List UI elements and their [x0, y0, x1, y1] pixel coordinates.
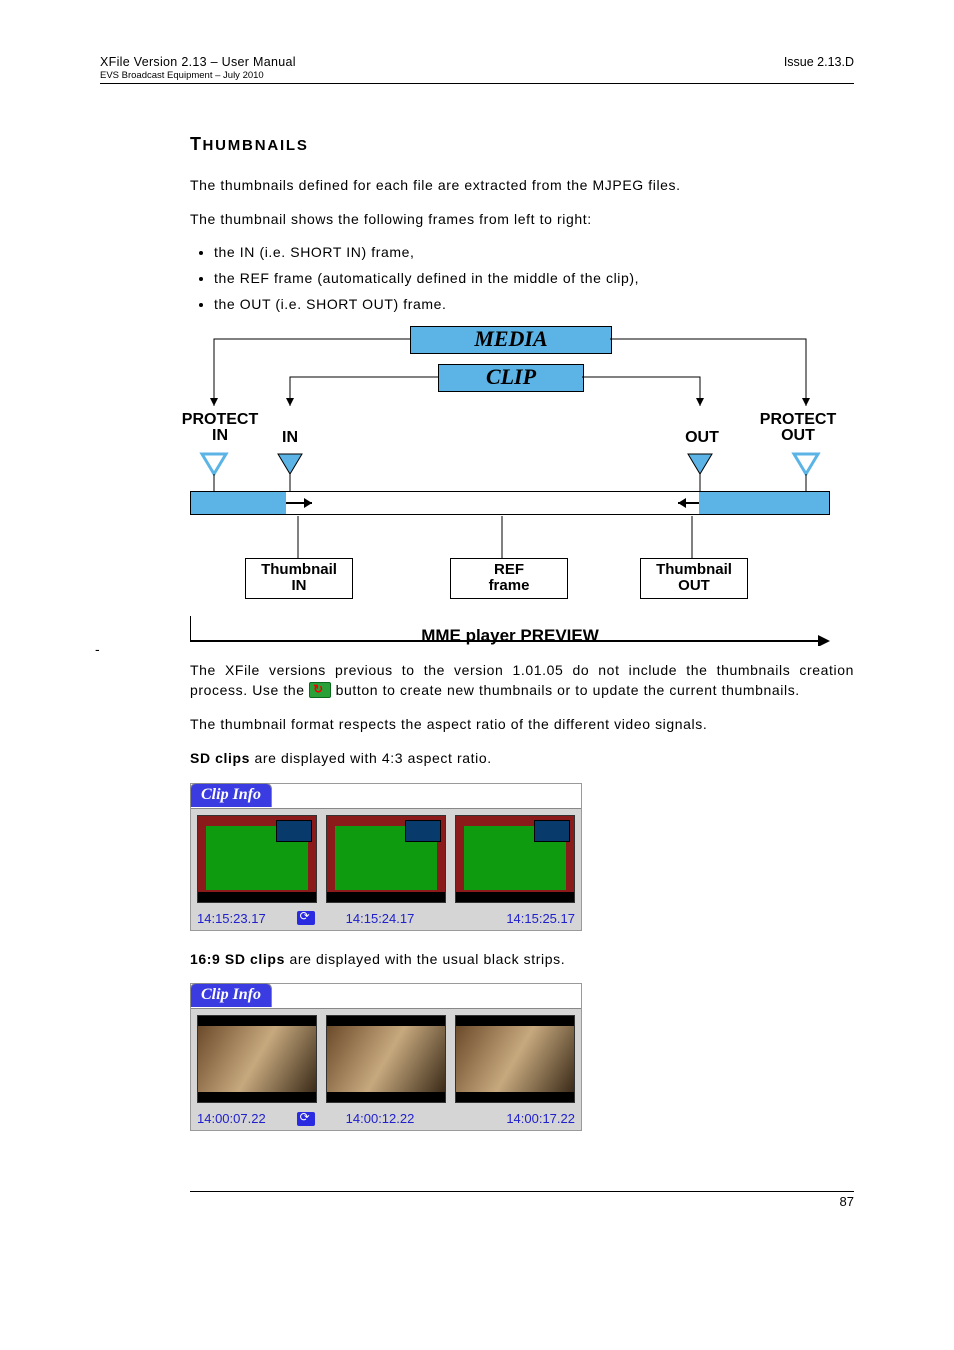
sd-thumb-out [455, 815, 575, 903]
sd-tc-ref: 14:15:24.17 [346, 911, 415, 926]
thumb-in-box: Thumbnail IN [245, 558, 353, 599]
hd-tc-ref: 14:00:12.22 [346, 1111, 415, 1126]
timeline-protect-in-region [191, 492, 286, 514]
bullet-item: the OUT (i.e. SHORT OUT) frame. [214, 296, 854, 312]
bullet-item: the IN (i.e. SHORT IN) frame, [214, 244, 854, 260]
timeline-bar [190, 491, 830, 515]
hd-thumb-ref [326, 1015, 446, 1103]
para-5: SD clips are displayed with 4:3 aspect r… [190, 748, 854, 768]
sd-thumb-ref [326, 815, 446, 903]
sd-tc-in: 14:15:23.17 [197, 911, 266, 926]
sd-thumbs-row [191, 808, 581, 909]
sd-thumb-in [197, 815, 317, 903]
bullet-list: the IN (i.e. SHORT IN) frame, the REF fr… [190, 244, 854, 312]
hd-tc-in: 14:00:07.22 [197, 1111, 266, 1126]
clipinfo-tab[interactable]: Clip Info [190, 783, 272, 807]
loop-icon[interactable] [297, 1112, 315, 1126]
sd-timecodes: 14:15:23.17 14:15:24.17 14:15:25.17 [191, 909, 581, 930]
hd-tc-out: 14:00:17.22 [506, 1111, 575, 1126]
header-issue: Issue 2.13.D [784, 55, 854, 69]
sd-tc-out: 14:15:25.17 [506, 911, 575, 926]
mme-preview-label: MME player PREVIEW [190, 626, 830, 646]
para-3: The XFile versions previous to the versi… [190, 660, 854, 701]
clipinfo-tab[interactable]: Clip Info [190, 983, 272, 1007]
hd-thumb-out [455, 1015, 575, 1103]
section-heading: THUMBNAILS [190, 134, 854, 155]
para-6: 16:9 SD clips are displayed with the usu… [190, 949, 854, 969]
bullet-item: the REF frame (automatically defined in … [214, 270, 854, 286]
header-left: XFile Version 2.13 – User Manual EVS Bro… [100, 55, 296, 81]
timeline-protect-out-region [699, 492, 829, 514]
page-number: 87 [840, 1194, 854, 1209]
thumb-out-box: Thumbnail OUT [640, 558, 748, 599]
clipinfo-sd-panel: Clip Info 14:15:23.17 14:15:24.17 14:15:… [190, 783, 582, 931]
para-4: The thumbnail format respects the aspect… [190, 714, 854, 734]
page-footer: 87 [190, 1191, 854, 1209]
hd-timecodes: 14:00:07.22 14:00:12.22 14:00:17.22 [191, 1109, 581, 1130]
doc-title: XFile Version 2.13 – User Manual [100, 55, 296, 69]
para-2: The thumbnail shows the following frames… [190, 209, 854, 229]
thumbnails-diagram: - MEDIA CLIP PROTECT IN IN OUT PROTECT O… [190, 326, 830, 646]
hd-thumb-in [197, 1015, 317, 1103]
doc-subtitle: EVS Broadcast Equipment – July 2010 [100, 70, 296, 81]
ref-frame-box: REF frame [450, 558, 568, 599]
hd-thumbs-row [191, 1008, 581, 1109]
page-header: XFile Version 2.13 – User Manual EVS Bro… [100, 55, 854, 84]
refresh-thumbnails-icon[interactable] [309, 682, 331, 698]
stray-dash: - [95, 641, 100, 657]
loop-icon[interactable] [297, 911, 315, 925]
para-1: The thumbnails defined for each file are… [190, 175, 854, 195]
clipinfo-169-panel: Clip Info 14:00:07.22 14:00:12.22 14:00:… [190, 983, 582, 1131]
